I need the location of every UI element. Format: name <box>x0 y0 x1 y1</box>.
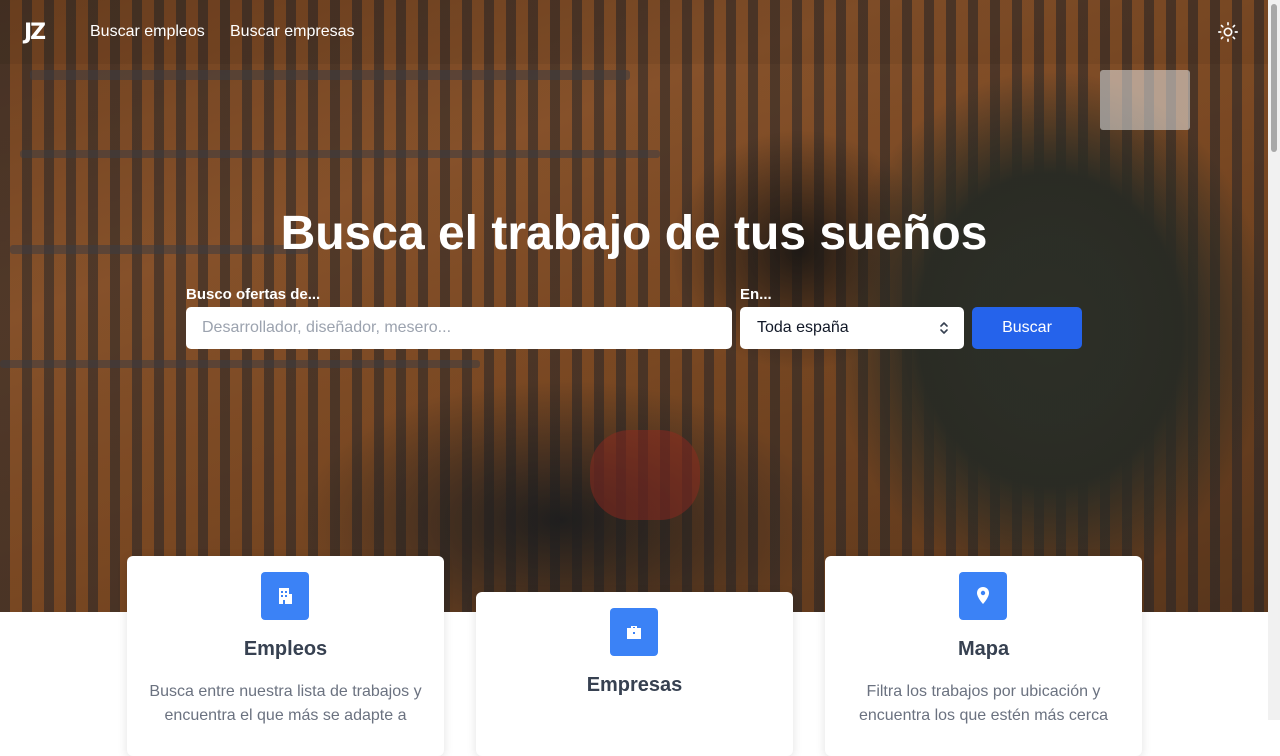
navbar: JZ Buscar empleos Buscar empresas <box>0 0 1268 64</box>
nav-link-buscar-empleos[interactable]: Buscar empleos <box>90 23 205 41</box>
card-description: Filtra los trabajos por ubicación y encu… <box>858 683 1109 724</box>
location-select[interactable]: Toda españa <box>740 307 964 349</box>
chevron-up-down-icon <box>940 322 948 334</box>
location-label: En... <box>740 286 772 303</box>
map-pin-icon <box>959 572 1007 620</box>
card-description: Busca entre nuestra lista de trabajos y … <box>149 683 422 724</box>
logo[interactable]: JZ <box>24 20 46 45</box>
scrollbar-thumb[interactable] <box>1271 4 1277 152</box>
location-select-value: Toda españa <box>757 319 849 336</box>
query-label: Busco ofertas de... <box>186 286 321 303</box>
search-button[interactable]: Buscar <box>972 307 1082 349</box>
card-empresas[interactable]: Empresas <box>476 592 793 756</box>
card-title: Empresas <box>586 674 683 696</box>
card-title: Mapa <box>957 638 1010 660</box>
card-empleos[interactable]: Empleos Busca entre nuestra lista de tra… <box>127 556 444 756</box>
search-input[interactable] <box>186 307 732 349</box>
card-mapa[interactable]: Mapa Filtra los trabajos por ubicación y… <box>825 556 1142 756</box>
hero-banner: JZ Buscar empleos Buscar empresas Busca … <box>0 0 1268 612</box>
scrollbar[interactable] <box>1268 0 1280 720</box>
briefcase-icon <box>610 608 658 656</box>
card-title: Empleos <box>243 638 328 660</box>
sun-icon[interactable] <box>1217 21 1239 43</box>
nav-link-buscar-empresas[interactable]: Buscar empresas <box>230 23 355 41</box>
building-icon <box>261 572 309 620</box>
hero-title: Busca el trabajo de tus sueños <box>280 207 988 260</box>
